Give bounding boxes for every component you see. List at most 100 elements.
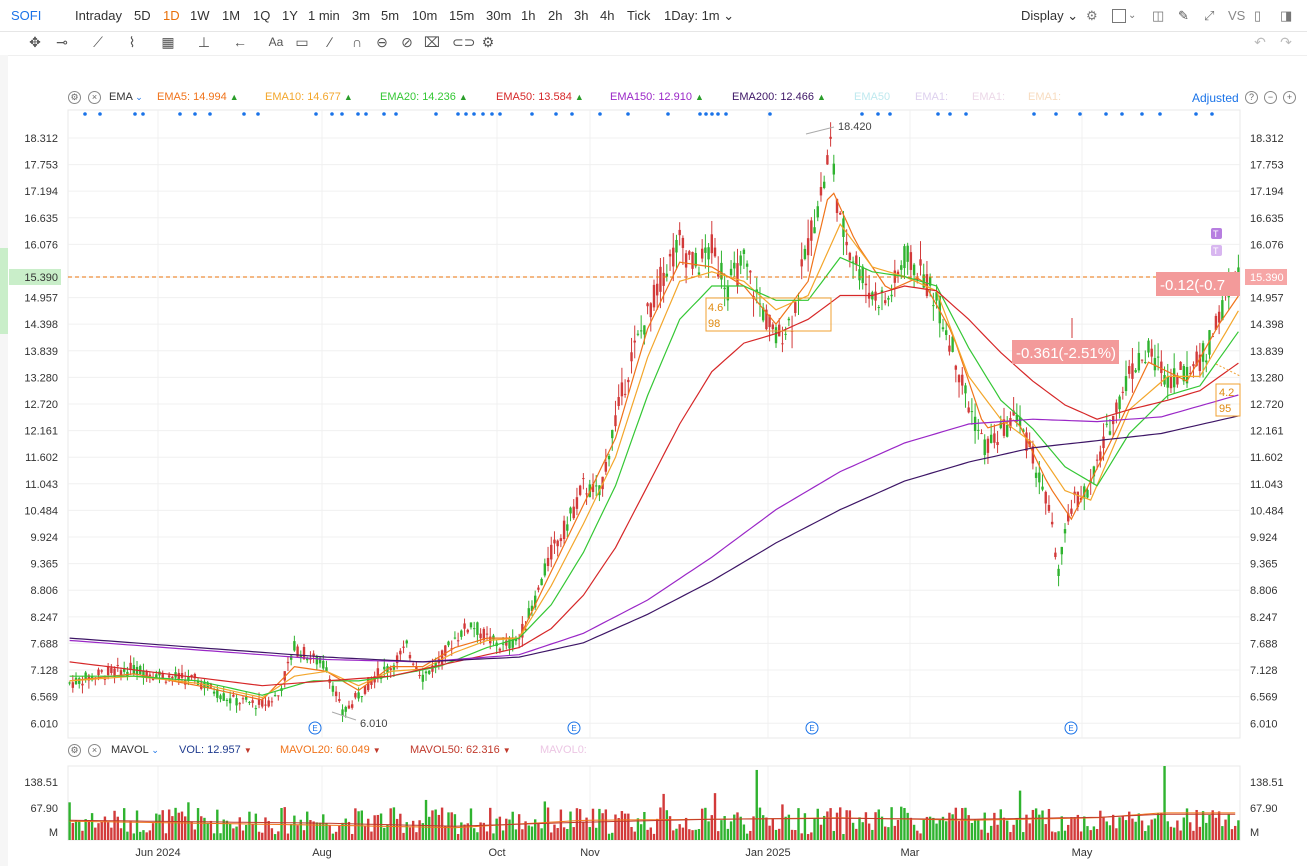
volume-bar [948,812,951,840]
candle-body [267,700,270,707]
close-icon[interactable]: × [88,744,101,757]
volume-bar [1012,824,1015,840]
volume-bar [575,808,579,840]
price-tick-right: 14.957 [1250,293,1284,305]
volume-bar [607,833,611,840]
volume-bar [200,816,203,840]
volume-bar [935,823,938,840]
candle-body [78,678,81,684]
ema-lines [69,192,1239,701]
volume-bar [126,831,129,840]
candle-body [627,379,630,383]
candle-body [110,667,113,674]
signal-dot [1054,112,1058,116]
time-axis: Jun 2024 Aug Oct Nov Jan 2025 Mar May [135,847,1093,859]
candle-body [1063,529,1067,534]
volume-bar [874,812,877,840]
volume-bar [726,828,730,840]
candle-body [906,245,909,262]
volume-bar [1166,821,1169,840]
candle-body [700,248,704,259]
volume-bar [665,810,669,840]
volume-bar [922,819,925,840]
legend-mavol50[interactable]: MAVOL50: 62.316 ▼ [410,744,511,756]
price-chart[interactable]: 18.312 18.312 17.753 17.753 17.194 17.194 16.6… [0,0,1307,866]
candle-body [877,307,880,309]
legend-vol[interactable]: VOL: 12.957 ▼ [179,744,252,756]
volume-bar [1006,820,1009,840]
candle-body [858,269,861,281]
volume-bar [190,821,193,840]
volume-bar [139,831,142,840]
candle-body [1108,431,1112,435]
candle-body [848,252,852,261]
price-tick-right: 16.635 [1250,213,1284,225]
volume-bar [871,829,874,840]
candle-body [855,255,858,265]
measure-bottom-right: 95 [1219,403,1231,415]
signal-dots [83,112,1214,116]
volume-bar [261,832,264,840]
candle-body [919,259,922,266]
candle-body [1128,366,1131,374]
volume-bar [74,820,78,840]
candle-body [742,249,746,254]
volume-bar [855,828,858,840]
volume-bar [1034,808,1038,840]
volume-bar [1134,821,1137,840]
down-arrow-icon: ▼ [502,746,511,755]
candle-body [1105,423,1108,425]
volume-bar [1054,832,1057,840]
volume-bar [778,828,781,840]
volume-bar [116,816,119,840]
measure-bottom: 98 [708,318,720,330]
candle-body [289,655,293,660]
candle-body [826,155,829,165]
volume-bar [273,834,277,840]
legend-mavol0[interactable]: MAVOL0: [540,744,587,756]
candle-body [675,239,678,253]
candle-body [585,493,588,495]
mavol-indicator-name[interactable]: MAVOL ⌄ [111,744,159,756]
signal-dot [716,112,720,116]
gear-icon[interactable]: ⚙ [68,744,81,757]
price-tick-right: 13.839 [1250,346,1284,358]
volume-bar [171,816,174,840]
volume-bar [822,815,826,840]
ema-line-ema20 [69,256,1239,696]
volume-bar [944,821,948,840]
candle-body [261,699,264,707]
price-tick-left: 12.161 [24,426,58,438]
volume-bar [672,830,675,840]
legend-text: VOL: 12.957 [179,744,244,756]
signal-dot [382,112,386,116]
volume-bar [1217,811,1221,840]
candle-body [1156,356,1160,358]
volume-bar [521,829,524,840]
volume-bar [277,831,280,840]
candle-body [813,227,816,234]
volume-bar [794,830,797,840]
volume-bar [1076,814,1080,840]
volume-bar [656,818,659,840]
price-tick-left: 6.569 [30,692,58,704]
signal-dot [394,112,398,116]
candle-body [254,708,258,710]
signal-dot [888,112,892,116]
candle-body [633,340,636,343]
candle-body [232,694,235,697]
volume-bar [559,809,563,840]
volume-bar [909,817,913,840]
signal-dot [83,112,87,116]
candle-body [900,265,903,270]
signal-dot [464,112,468,116]
volume-bar [755,769,758,840]
signal-dot [876,112,880,116]
candle-body [630,352,633,362]
volume-bar [110,827,113,840]
legend-mavol20[interactable]: MAVOL20: 60.049 ▼ [280,744,381,756]
volume-bar [1169,826,1173,840]
candle-body [251,700,254,703]
candle-body [241,698,245,700]
candle-body [322,660,325,669]
